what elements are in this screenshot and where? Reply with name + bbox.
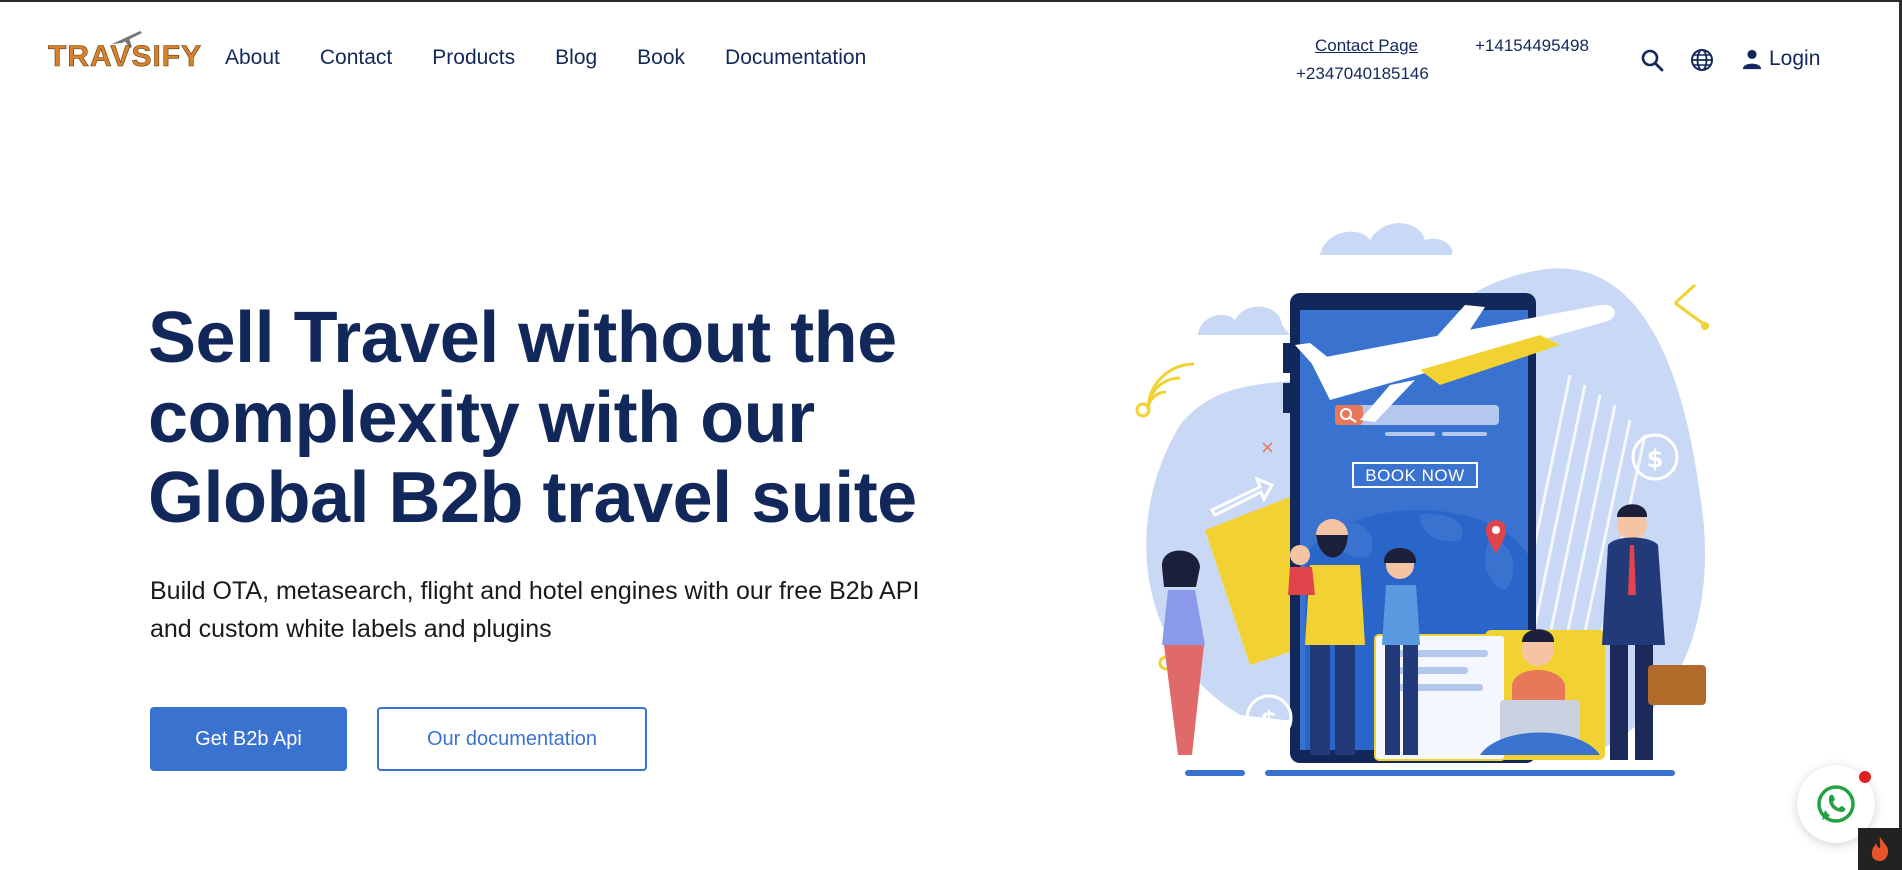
- logo-text: TRAVSIFY: [48, 40, 203, 74]
- hero-subtitle: Build OTA, metasearch, flight and hotel …: [150, 577, 920, 643]
- phone-secondary[interactable]: +2347040185146: [1296, 64, 1429, 84]
- our-documentation-button[interactable]: Our documentation: [377, 707, 647, 771]
- nav-blog[interactable]: Blog: [555, 46, 597, 70]
- notification-dot: [1859, 771, 1871, 783]
- login-label: Login: [1769, 47, 1821, 70]
- nav-contact[interactable]: Contact: [320, 46, 392, 70]
- main-nav: About Contact Products Blog Book Documen…: [225, 46, 866, 70]
- user-icon: [1742, 49, 1762, 70]
- dollar-coin-label: $: [1647, 445, 1664, 473]
- nav-about[interactable]: About: [225, 46, 280, 70]
- contact-page-link[interactable]: Contact Page: [1315, 36, 1418, 56]
- hero-title: Sell Travel without the complexity with …: [148, 298, 917, 538]
- dollar-coin-label-2: $: [1261, 706, 1278, 734]
- globe-icon[interactable]: [1690, 48, 1714, 72]
- phone-primary[interactable]: +14154495498: [1475, 36, 1589, 56]
- book-now-label: BOOK NOW: [1365, 466, 1464, 485]
- fire-icon: [1871, 837, 1889, 861]
- window-top-border: [0, 0, 1902, 2]
- hero-illustration: × BOOK NOW $ $: [1135, 223, 1709, 776]
- fire-widget[interactable]: [1858, 828, 1902, 870]
- login-button[interactable]: Login: [1741, 47, 1820, 71]
- whatsapp-icon: [1817, 785, 1855, 823]
- nav-products[interactable]: Products: [432, 46, 515, 70]
- get-b2b-api-button[interactable]: Get B2b Api: [150, 707, 347, 771]
- travsify-logo[interactable]: TRAVSIFY: [48, 28, 201, 84]
- svg-text:×: ×: [1260, 437, 1275, 458]
- nav-documentation[interactable]: Documentation: [725, 46, 866, 70]
- search-icon[interactable]: [1640, 48, 1664, 72]
- nav-book[interactable]: Book: [637, 46, 685, 70]
